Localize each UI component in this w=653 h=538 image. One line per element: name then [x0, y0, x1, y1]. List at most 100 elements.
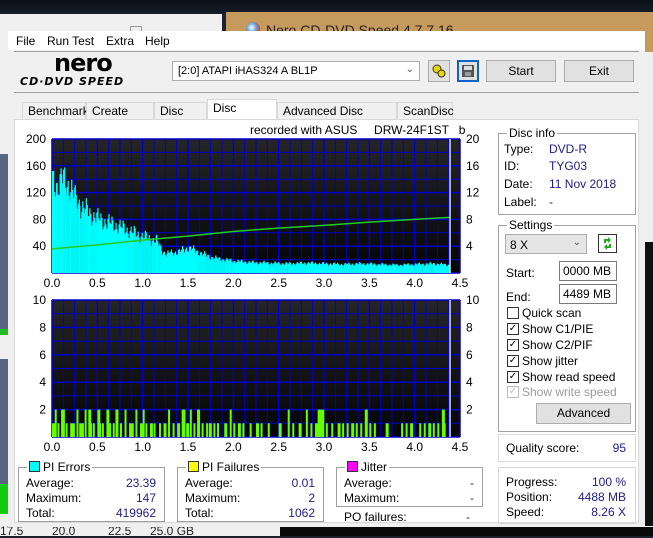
pi-errors-bar — [141, 232, 143, 273]
pi-failures-bar — [135, 409, 138, 437]
pi-failures-bar — [208, 423, 212, 437]
pi-failures-bar — [81, 423, 84, 437]
pi-errors-bar — [322, 261, 325, 273]
pi-failures-bar — [360, 423, 363, 437]
show-c2-pif-label: Show C2/PIF — [522, 338, 593, 352]
jitter-caption: Jitter — [345, 460, 390, 474]
pi-failures-bar — [197, 409, 201, 437]
pi-errors-caption-text: PI Errors — [43, 460, 91, 474]
jitter-average-value: - — [470, 476, 474, 490]
quick-scan-label: Quick scan — [522, 306, 582, 320]
pi-failures-bar — [92, 423, 95, 437]
pi-failures-bar — [364, 409, 368, 437]
pi-errors-bar — [413, 265, 415, 273]
pi-failures-bar — [142, 409, 145, 437]
y-tick-label-left: 80 — [33, 212, 47, 226]
pi-failures-bar — [305, 409, 308, 437]
pi-errors-bar — [250, 262, 252, 273]
disc-date-label: Date: — [504, 177, 533, 191]
po-failures-value: - — [466, 510, 470, 524]
pi-failures-bar — [369, 423, 372, 437]
disc-date-value: 11 Nov 2018 — [549, 177, 617, 191]
pi-failures-bar — [331, 423, 334, 437]
pi-failures-maximum-label: Maximum: — [185, 491, 241, 505]
pi-failures-bar — [437, 423, 440, 437]
disc-id-label: ID: — [504, 159, 520, 173]
start-input[interactable]: 0000 MB — [559, 261, 617, 281]
show-jitter-checkbox[interactable]: ✓ — [507, 355, 519, 367]
pi-failures-bar — [423, 423, 426, 437]
progress-value: 100 % — [591, 475, 626, 489]
y-tick-label-left: 40 — [33, 239, 47, 253]
pi-errors-bar — [214, 258, 216, 273]
show-c1-pie-checkbox[interactable]: ✓ — [507, 323, 519, 335]
pi-failures-bar — [65, 423, 68, 437]
pi-failures-bar — [233, 423, 236, 437]
pi-failures-caption: PI Failures — [186, 460, 262, 474]
end-input[interactable]: 4489 MB — [559, 284, 617, 304]
disc-info-caption: Disc info — [507, 126, 558, 140]
y-tick-label-right: 4 — [466, 239, 473, 253]
x-tick-label: 4.0 — [406, 440, 423, 454]
position-label: Position: — [506, 490, 553, 504]
show-jitter-label: Show jitter — [522, 354, 579, 368]
y-tick-label-left: 10 — [33, 293, 47, 307]
show-c2-pif-checkbox[interactable]: ✓ — [507, 339, 519, 351]
quick-scan-checkbox[interactable] — [507, 307, 519, 319]
pi-failures-bar — [346, 423, 349, 437]
pi-failures-bar — [57, 423, 60, 437]
pi-errors-group: PI Errors Average: 23.39 Maximum: 147 To… — [18, 460, 165, 522]
y-tick-label-right: 4 — [466, 375, 473, 389]
x-tick-label: 1.5 — [180, 440, 197, 454]
x-tick-label: 1.0 — [134, 276, 151, 290]
pi-errors-bar — [304, 263, 306, 273]
pi-failures-bar — [237, 423, 241, 437]
pi-errors-bar — [359, 261, 361, 273]
y-tick-label-left: 160 — [26, 159, 46, 173]
pi-errors-bar — [196, 250, 198, 273]
pi-failures-bar — [260, 423, 263, 437]
pi-errors-bar — [223, 259, 225, 273]
x-tick-label: 4.5 — [452, 276, 469, 290]
pi-failures-bar — [401, 423, 404, 437]
quality-score-value: 95 — [612, 441, 626, 455]
pi-failures-bar — [70, 423, 74, 437]
pi-errors-bar — [105, 224, 107, 273]
x-tick-label: 4.5 — [452, 440, 469, 454]
pi-failures-bar — [242, 423, 245, 437]
pi-failures-bar — [217, 423, 220, 437]
pi-errors-maximum-value: 147 — [135, 491, 156, 505]
quality-score-label: Quality score: — [506, 441, 580, 455]
x-tick-label: 3.0 — [316, 276, 333, 290]
pi-failures-bar — [432, 423, 435, 437]
y-tick-label-right: 2 — [466, 403, 473, 417]
y-tick-label-right: 10 — [466, 293, 480, 307]
pi-failures-bar — [278, 423, 282, 437]
pi-errors-average-label: Average: — [26, 476, 74, 490]
pi-failures-bar — [101, 423, 104, 437]
x-tick-label: 2.0 — [225, 276, 242, 290]
pi-failures-bar — [213, 423, 216, 437]
show-read-speed-checkbox[interactable]: ✓ — [507, 371, 519, 383]
speed-select[interactable]: 8 X ⌄ — [505, 234, 587, 254]
pi-failures-bar — [321, 409, 325, 437]
refresh-button[interactable] — [598, 234, 617, 253]
y-tick-label-right: 12 — [466, 186, 480, 200]
advanced-button[interactable]: Advanced — [536, 403, 631, 424]
jitter-color-swatch — [347, 461, 358, 472]
pi-failures-average-value: 0.01 — [291, 476, 315, 490]
end-input-value: 4489 MB — [563, 287, 612, 301]
jitter-maximum-value: - — [470, 491, 474, 505]
start-label: Start: — [506, 266, 535, 280]
progress-group: Progress: 100 % Position: 4488 MB Speed:… — [498, 467, 636, 524]
x-tick-label: 0.5 — [89, 440, 106, 454]
pi-failures-total-value: 1062 — [288, 506, 315, 520]
pi-failures-bar — [158, 423, 161, 437]
jitter-caption-text: Jitter — [361, 460, 388, 474]
disc-label-label: Label: — [504, 195, 537, 209]
pi-errors-bar — [232, 262, 234, 273]
speed-label: Speed: — [506, 505, 545, 519]
pi-failures-bar — [52, 423, 55, 437]
x-tick-label: 3.5 — [361, 440, 378, 454]
disc-type-label: Type: — [504, 142, 534, 156]
